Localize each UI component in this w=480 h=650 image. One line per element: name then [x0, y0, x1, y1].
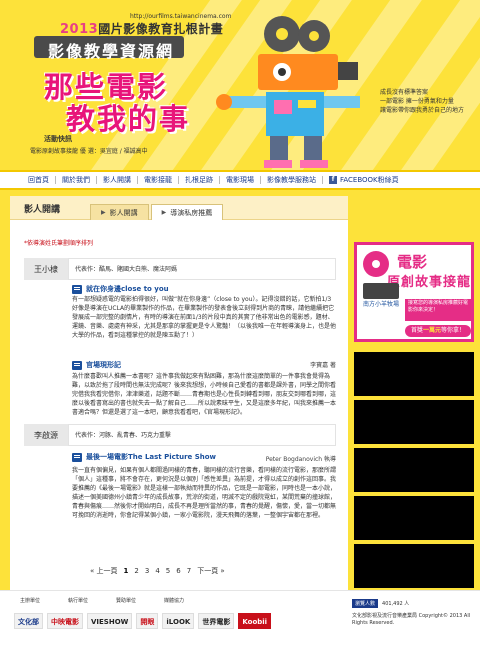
nav-item-home[interactable]: 回首頁 [22, 176, 56, 184]
talks-panel: 影人開講 ▶ 影人開講 ▶ 導演私房推薦 *依導演姓氏筆劃順序排列 王小棣 代表… [10, 196, 348, 590]
pagination: « 上一頁 1 2 3 4 5 6 7 下一頁 » [90, 566, 225, 576]
banner-cta: 首獎一萬元等你拿！ [405, 325, 471, 337]
prev-page-link[interactable]: « 上一頁 [90, 566, 118, 576]
item-title-text: 就在你身邊close to you [86, 285, 169, 293]
tagline-line: 一部電影 擁一份勇氣和力量 [380, 98, 454, 105]
item-text: 我一直有個偏見，如果有個人都關過同樣的青春，聽同樣的流行音樂，看同樣的流行電影，… [72, 467, 337, 519]
person-row: 王小棣 代表作：酷馬、賭國大白熊、魔法阿媽 [24, 258, 336, 280]
nav-item-service[interactable]: 影像教學服務站 [261, 176, 323, 184]
page-link[interactable]: 5 [166, 567, 170, 575]
sponsor-labels: 主辦單位 執行單位 贊助單位 媒體協力 [20, 597, 212, 604]
sponsor-logo[interactable]: 文化部 [14, 613, 43, 629]
tagline-line: 讓電影帶你跟我勇於自己的地方 [380, 107, 465, 114]
item-text: 有一部想疑惑電的電影拍得很好，叫做“就在你身邊”（close to you）。記… [72, 296, 337, 339]
project-name: 國片影像教育扎根計畫 [98, 22, 224, 36]
film-reel-icon [363, 251, 389, 277]
nav-item-relay[interactable]: 電影接龍 [138, 176, 179, 184]
book-icon [72, 452, 82, 462]
facebook-label: FACEBOOK粉絲頁 [340, 176, 399, 184]
tab-recommendations[interactable]: ▶ 導演私房推薦 [150, 204, 224, 220]
banner-handwriting: 南方小羊牧場 [363, 301, 400, 308]
person-works: 代表作：河豚、亂青春、巧克力重擊 [68, 424, 336, 446]
person-row: 李啟源 代表作：河豚、亂青春、巧克力重擊 [24, 424, 336, 446]
sidebar-video-slot[interactable] [354, 400, 474, 444]
arrow-right-icon: ▶ [161, 209, 167, 216]
visitor-counter: 瀏覽人數 401,492 人 [352, 599, 409, 608]
book-icon [72, 284, 82, 294]
sponsor-logo[interactable]: 世界電影 [198, 613, 235, 629]
panel-header: 影人開講 ▶ 影人開講 ▶ 導演私房推薦 [10, 196, 348, 220]
tab-label: 影人開講 [109, 208, 138, 217]
visitor-count: 401,492 人 [382, 601, 410, 607]
news-label: 活動快訊 [44, 135, 72, 143]
banner-title: 電影 [397, 253, 428, 271]
sponsor-logo[interactable]: 開眼 [136, 613, 159, 629]
item-author: 李寶嘉 著 [310, 362, 336, 369]
footer: 主辦單位 執行單位 贊助單位 媒體協力 文化部 中映電影 VIESHOW 開眼 … [0, 590, 480, 650]
nav-item-facebook[interactable]: f FACEBOOK粉絲頁 [323, 176, 405, 184]
page-link[interactable]: 3 [145, 567, 149, 575]
site-title[interactable]: 影像教學資源網 [48, 38, 174, 62]
news-ticker[interactable]: 電影原創故事接龍 優 選：吳宜庭 / 福誠高中 [30, 146, 148, 155]
camera-icon [363, 283, 399, 299]
facebook-icon: f [329, 176, 337, 184]
page-link[interactable]: 7 [187, 567, 191, 575]
person-name[interactable]: 李啟源 [24, 430, 68, 441]
sponsor-logo[interactable]: Koobii [238, 613, 272, 629]
sponsor-logo[interactable]: VIESHOW [87, 613, 133, 629]
film-robot-illustration [216, 16, 360, 168]
panel-tabs: ▶ 影人開講 ▶ 導演私房推薦 [90, 196, 225, 220]
hero-title-line2: 教我的事 [66, 102, 191, 136]
header-banner: http://ourfilms.taiwancinema.com 2013國片影… [0, 0, 480, 170]
item-title[interactable]: 最後一場電影The Last Picture Show [72, 452, 216, 462]
page-link[interactable]: 1 [124, 567, 129, 575]
project-year: 2013 [60, 22, 99, 37]
sidebar-video-slot[interactable] [354, 448, 474, 492]
sponsor-label: 贊助單位 [116, 598, 137, 604]
nav-item-onsite[interactable]: 電影現場 [220, 176, 261, 184]
main-nav: 回首頁 關於我們 影人開講 電影接龍 扎根足跡 電影現場 影像教學服務站 f F… [0, 170, 480, 190]
banner-subtitle: 原創故事接龍 [387, 275, 472, 290]
sidebar-video-slot[interactable] [354, 352, 474, 396]
story-relay-banner[interactable]: 電影 原創故事接龍 南方小羊牧場 接寫您的導演私房推薦好電影你來決定！ 首獎一萬… [354, 242, 474, 342]
copyright: 文化部影視及流行音樂產業局 Copyright© 2013 All Rights… [352, 613, 471, 626]
sponsor-logo[interactable]: 中映電影 [47, 613, 83, 629]
person-name[interactable]: 王小棣 [24, 264, 68, 275]
panel-title: 影人開講 [24, 205, 61, 215]
page-link[interactable]: 2 [134, 567, 138, 575]
item-title[interactable]: 就在你身邊close to you [72, 284, 169, 294]
sort-note: *依導演姓氏筆劃順序排列 [24, 240, 94, 247]
item-title-text: 最後一場電影The Last Picture Show [86, 453, 217, 461]
sidebar-video-slot[interactable] [354, 496, 474, 540]
next-page-link[interactable]: 下一頁 » [197, 566, 225, 576]
visitor-label: 瀏覽人數 [352, 599, 379, 608]
item-author: Peter Bogdanovich 執導 [265, 456, 336, 463]
banner-description: 接寫您的導演私房推薦好電影你來決定！ [405, 299, 471, 321]
sidebar-video-slot[interactable] [354, 544, 474, 588]
page-link[interactable]: 4 [155, 567, 159, 575]
nav-item-about[interactable]: 關於我們 [56, 176, 97, 184]
hero-tagline: 成長沒有標準答案 一部電影 擁一份勇氣和力量 讓電影帶你跟我勇於自己的地方 [380, 88, 480, 115]
sponsor-label: 主辦單位 [20, 598, 41, 604]
item-text: 為什麼喜歡叫人推薦一本書呢？這件事我做起來有點困難，那為什麼這麼簡單的一件事我會… [72, 373, 337, 416]
tab-label: 導演私房推薦 [170, 208, 213, 217]
tagline-line: 成長沒有標準答案 [380, 89, 429, 96]
page-link[interactable]: 6 [176, 567, 180, 575]
arrow-right-icon: ▶ [101, 209, 106, 216]
book-icon [72, 360, 82, 370]
item-title-text: 官場現形記 [86, 361, 121, 369]
tab-talks[interactable]: ▶ 影人開講 [90, 204, 149, 220]
sponsor-label: 媒體協力 [164, 598, 185, 604]
sponsor-logos: 文化部 中映電影 VIESHOW 開眼 iLOOK 世界電影 Koobii [14, 613, 272, 629]
sponsor-label: 執行單位 [68, 598, 89, 604]
nav-item-footprints[interactable]: 扎根足跡 [179, 176, 220, 184]
project-title: 2013國片影像教育扎根計畫 [60, 20, 223, 37]
sponsor-logo[interactable]: iLOOK [162, 613, 195, 629]
person-works: 代表作：酷馬、賭國大白熊、魔法阿媽 [68, 258, 336, 280]
item-title[interactable]: 官場現形記 [72, 360, 121, 370]
nav-item-talks[interactable]: 影人開講 [97, 176, 138, 184]
